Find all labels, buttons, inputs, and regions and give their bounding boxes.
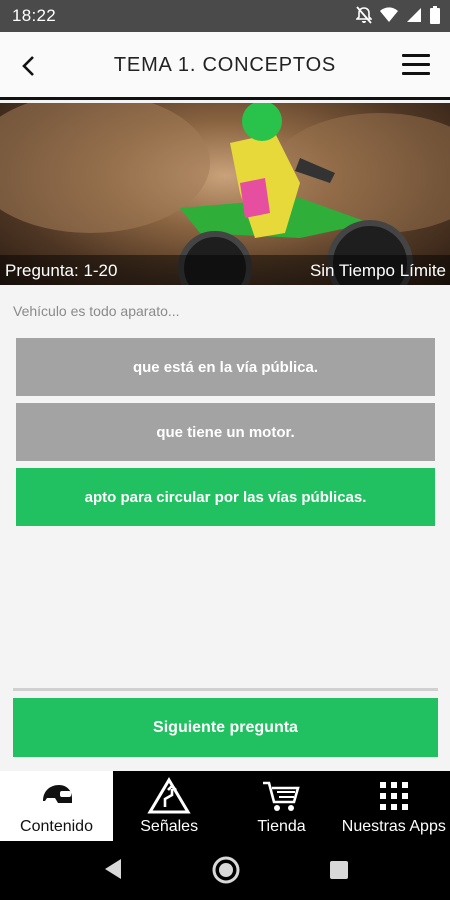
notifications-off-icon: [356, 6, 372, 24]
question-range: Pregunta: 1-20: [5, 261, 118, 280]
nav-label: Contenido: [20, 818, 93, 835]
hamburger-menu-icon[interactable]: [402, 54, 430, 78]
bottom-nav: Contenido Señales Tienda Nuestras Apps: [0, 771, 450, 841]
answer-option-correct[interactable]: apto para circular por las vías públicas…: [16, 468, 435, 526]
helmet-icon: [40, 776, 74, 816]
answer-list: que está en la vía pública. que tiene un…: [16, 338, 435, 533]
recents-square-icon[interactable]: [329, 860, 349, 885]
system-nav-bar: [0, 841, 450, 900]
nav-item-senales[interactable]: Señales: [113, 771, 225, 841]
nav-item-contenido[interactable]: Contenido: [0, 771, 113, 841]
back-triangle-icon[interactable]: [103, 857, 123, 886]
battery-icon: [430, 6, 440, 24]
page-title: TEMA 1. CONCEPTOS: [113, 54, 337, 76]
nav-item-nuestras-apps[interactable]: Nuestras Apps: [338, 771, 450, 841]
home-circle-icon[interactable]: [211, 855, 241, 890]
cart-icon: [261, 776, 301, 816]
question-text: Vehículo es todo aparato...: [13, 303, 180, 319]
banner-info-bar: Pregunta: 1-20 Sin Tiempo Límite: [0, 255, 450, 285]
status-icons: [356, 6, 440, 24]
next-question-button[interactable]: Siguiente pregunta: [13, 698, 438, 757]
banner-image: Pregunta: 1-20 Sin Tiempo Límite: [0, 103, 450, 285]
nav-label: Tienda: [257, 818, 306, 835]
answer-option[interactable]: que tiene un motor.: [16, 403, 435, 461]
answer-option[interactable]: que está en la vía pública.: [16, 338, 435, 396]
signal-icon: [406, 7, 422, 23]
time-mode: Sin Tiempo Límite: [309, 261, 446, 280]
nav-item-tienda[interactable]: Tienda: [225, 771, 337, 841]
wifi-icon: [380, 7, 398, 23]
status-time: 18:22: [12, 6, 57, 25]
apps-grid-icon: [379, 776, 408, 816]
app-header: TEMA 1. CONCEPTOS: [0, 32, 450, 100]
status-bar: 18:22: [0, 0, 450, 32]
nav-label: Nuestras Apps: [341, 818, 446, 835]
road-sign-icon: [147, 776, 191, 816]
divider: [13, 688, 438, 691]
nav-label: Señales: [140, 818, 199, 835]
